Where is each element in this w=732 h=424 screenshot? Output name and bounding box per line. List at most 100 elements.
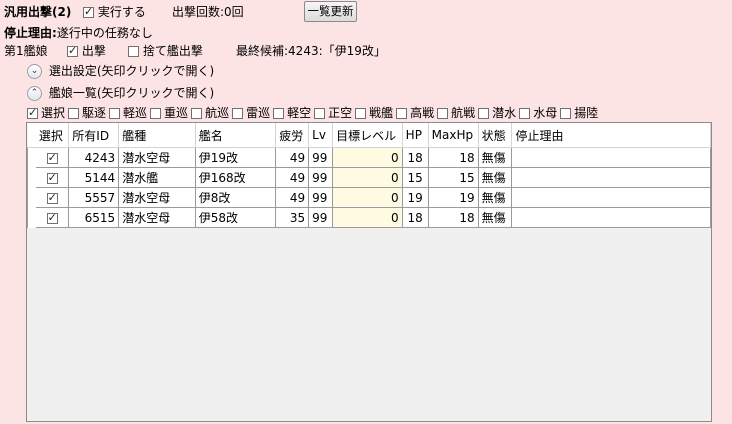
cell-id: 4243 (68, 147, 120, 168)
cell-maxhp: 18 (428, 207, 479, 228)
cell-state: 無傷 (478, 167, 513, 188)
column-header[interactable]: 艦種 (118, 123, 196, 148)
chevron-down-icon[interactable]: ⌄ (27, 64, 42, 79)
cell-type: 潜水空母 (118, 147, 196, 168)
type-filter-label: 航戦 (451, 106, 476, 120)
refresh-list-button[interactable]: 一覧更新 (304, 1, 357, 22)
select-cell[interactable] (35, 207, 70, 228)
row-select-checkbox[interactable] (46, 151, 58, 164)
sortie-checkbox[interactable] (67, 44, 78, 57)
table-body: 4243潜水空母伊19改499901818無傷5144潜水艦伊168改49990… (27, 147, 711, 228)
column-header[interactable]: 艦名 (195, 123, 277, 148)
column-header[interactable]: 停止理由 (511, 123, 711, 148)
type-filter-item[interactable]: 駆逐 (68, 104, 106, 121)
cell-hp: 15 (402, 167, 429, 188)
cell-fatigue: 49 (275, 187, 310, 208)
type-filter-checkbox[interactable] (355, 108, 367, 119)
type-filter-checkbox[interactable] (437, 108, 449, 119)
sortie-toggle[interactable]: 出撃 (67, 42, 106, 59)
row-select-checkbox[interactable] (46, 191, 58, 204)
cell-lv: 99 (308, 187, 334, 208)
type-filter-label: 軽空 (287, 106, 312, 120)
column-header[interactable]: 状態 (478, 123, 513, 148)
table-row[interactable]: 5144潜水艦伊168改499901515無傷 (27, 167, 711, 188)
type-filter-checkbox[interactable] (314, 108, 326, 119)
cell-target[interactable]: 0 (332, 207, 403, 228)
select-cell[interactable] (35, 147, 70, 168)
row-select-checkbox[interactable] (46, 211, 58, 224)
column-header[interactable]: 目標レベル (332, 123, 403, 148)
execute-label: 実行する (97, 5, 146, 19)
cell-maxhp: 19 (428, 187, 479, 208)
sortie-count: 出撃回数:0回 (172, 5, 244, 19)
stop-reason: 停止理由:遂行中の任務なし (4, 24, 153, 41)
cell-state: 無傷 (478, 207, 513, 228)
ship-list-label: 艦娘一覧(矢印クリックで開く) (48, 86, 215, 100)
type-filter-item[interactable]: 高戦 (396, 104, 434, 121)
cell-lv: 99 (308, 147, 334, 168)
cell-maxhp: 18 (428, 147, 479, 168)
column-header[interactable]: 所有ID (68, 123, 120, 148)
type-filter-item[interactable]: 正空 (314, 104, 352, 121)
table-row[interactable]: 5557潜水空母伊8改499901919無傷 (27, 187, 711, 208)
type-filter-checkbox[interactable] (150, 108, 162, 119)
type-filter-checkbox[interactable] (191, 108, 203, 119)
table-row[interactable]: 4243潜水空母伊19改499901818無傷 (27, 147, 711, 168)
type-filter-item[interactable]: 水母 (519, 104, 557, 121)
type-filter-checkbox[interactable] (109, 108, 121, 119)
type-filter-item[interactable]: 揚陸 (560, 104, 598, 121)
type-filter-checkbox[interactable] (478, 108, 490, 119)
execute-toggle[interactable]: 実行する (83, 3, 146, 20)
type-filter-item[interactable]: 軽空 (273, 104, 311, 121)
column-header[interactable]: MaxHp (428, 123, 479, 148)
type-filter-item[interactable]: 潜水 (478, 104, 516, 121)
type-filter-checkbox[interactable] (273, 108, 285, 119)
cell-target[interactable]: 0 (332, 167, 403, 188)
column-header[interactable]: Lv (308, 123, 334, 148)
ship-type-filter-bar: 選択 駆逐 軽巡 重巡 航巡 雷巡 軽空 正空 戦艦 高戦 航戦 潜水 水母 揚陸 (27, 104, 601, 121)
column-header[interactable]: HP (402, 123, 429, 148)
cell-name: 伊19改 (195, 147, 277, 168)
type-filter-label: 水母 (533, 106, 558, 120)
type-filter-checkbox[interactable] (519, 108, 531, 119)
sacrifice-toggle[interactable]: 捨て艦出撃 (128, 42, 203, 59)
type-filter-checkbox[interactable] (232, 108, 244, 119)
cell-hp: 18 (402, 147, 429, 168)
table-row[interactable]: 6515潜水空母伊58改359901818無傷 (27, 207, 711, 228)
cell-type: 潜水艦 (118, 167, 196, 188)
sacrifice-checkbox[interactable] (128, 46, 139, 57)
column-header[interactable]: 疲労 (275, 123, 310, 148)
type-filter-checkbox[interactable] (560, 108, 572, 119)
final-candidate: 最終候補:4243:「伊19改」 (236, 44, 386, 58)
type-filter-label: 正空 (328, 106, 353, 120)
type-filter-item[interactable]: 航巡 (191, 104, 229, 121)
type-filter-item[interactable]: 軽巡 (109, 104, 147, 121)
type-filter-label: 航巡 (205, 106, 230, 120)
type-filter-checkbox[interactable] (27, 106, 38, 119)
chevron-up-icon[interactable]: ⌃ (27, 86, 42, 101)
ship-grid: 選択所有ID艦種艦名疲労Lv目標レベルHPMaxHp状態停止理由 4243潜水空… (26, 122, 712, 422)
select-cell[interactable] (35, 167, 70, 188)
type-filter-item[interactable]: 選択 (27, 104, 65, 121)
type-filter-item[interactable]: 雷巡 (232, 104, 270, 121)
column-header[interactable]: 選択 (35, 123, 70, 148)
selection-settings-expander[interactable]: ⌄ 選出設定(矢印クリックで開く) (27, 62, 214, 79)
type-filter-label: 戦艦 (369, 106, 394, 120)
ship-list-expander[interactable]: ⌃ 艦娘一覧(矢印クリックで開く) (27, 84, 214, 101)
type-filter-checkbox[interactable] (396, 108, 408, 119)
execute-checkbox[interactable] (83, 5, 94, 18)
cell-maxhp: 15 (428, 167, 479, 188)
type-filter-item[interactable]: 航戦 (437, 104, 475, 121)
cell-target[interactable]: 0 (332, 187, 403, 208)
type-filter-checkbox[interactable] (68, 108, 80, 119)
type-filter-label: 選択 (41, 106, 66, 120)
type-filter-item[interactable]: 重巡 (150, 104, 188, 121)
select-cell[interactable] (35, 187, 70, 208)
cell-lv: 99 (308, 207, 334, 228)
cell-target[interactable]: 0 (332, 147, 403, 168)
row-header (27, 147, 36, 168)
sacrifice-label: 捨て艦出撃 (142, 44, 203, 58)
type-filter-item[interactable]: 戦艦 (355, 104, 393, 121)
table-header-row: 選択 所有ID 艦種 艦名 疲労 Lv 目標レベル HP MaxHp 状態 停止理由 (27, 123, 711, 148)
row-select-checkbox[interactable] (46, 171, 58, 184)
